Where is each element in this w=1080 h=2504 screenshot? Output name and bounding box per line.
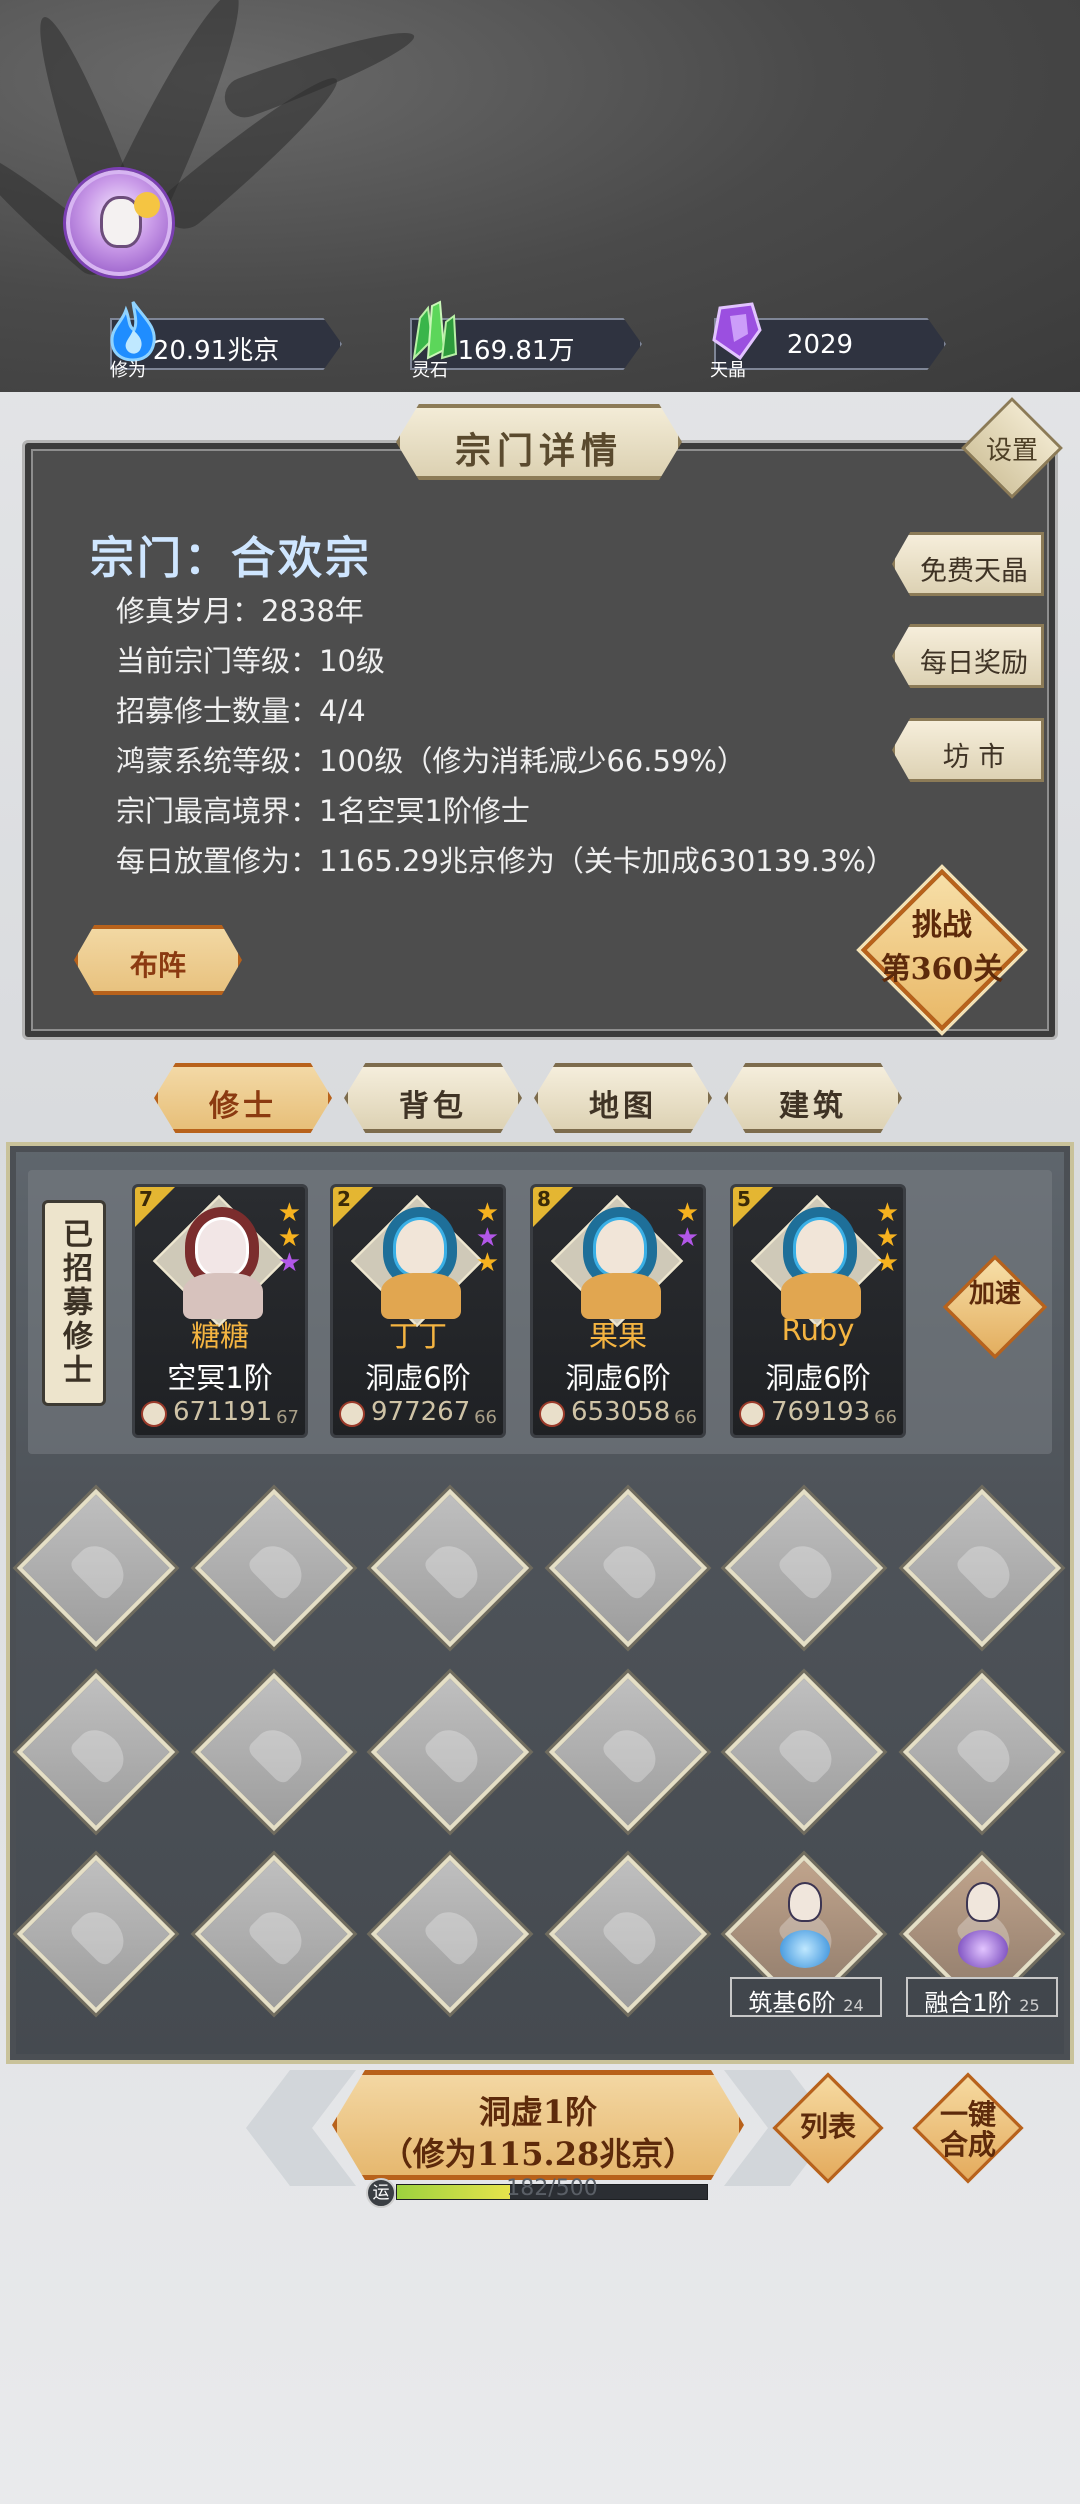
- daily-reward-button[interactable]: 每日奖励: [892, 624, 1044, 688]
- player-avatar[interactable]: [66, 170, 172, 276]
- speed-up-label: 加速: [968, 1279, 1021, 1309]
- hero-realm: 洞虚6阶: [765, 1361, 871, 1395]
- realm-upgrade-cost: （修为115.28兆京）: [380, 2135, 696, 2173]
- tab-map[interactable]: 地图: [534, 1063, 712, 1133]
- hero-card[interactable]: 5 ★ ★ ★ Ruby 洞虚6阶 769193 66: [730, 1184, 906, 1438]
- panel-title: 宗门详情: [396, 404, 682, 480]
- hero-level: 7: [139, 1187, 153, 1211]
- hero-name: 果果: [588, 1319, 647, 1353]
- hero-portrait: [593, 1217, 647, 1277]
- info-hongmeng-level: 鸿蒙系统等级：100级（修为消耗减少66.59%）: [116, 744, 746, 778]
- tab-cultivators[interactable]: 修士: [154, 1063, 332, 1133]
- hero-stars: ★ ★: [675, 1200, 699, 1253]
- slot-tag-ronghe: 融合1阶 25: [906, 1977, 1058, 2017]
- realm-upgrade-label: 洞虚1阶: [478, 2093, 598, 2131]
- hero-level: 5: [737, 1187, 751, 1211]
- power-icon: [539, 1401, 565, 1427]
- hero-name: 丁丁: [388, 1319, 447, 1353]
- info-idle-cultivation: 每日放置修为：1165.29兆京修为（关卡加成630139.3%）: [116, 844, 895, 878]
- recruited-label: 已招募修士: [42, 1200, 106, 1406]
- hero-portrait: [195, 1217, 249, 1277]
- hero-power-sub: 66: [874, 1407, 897, 1428]
- hero-power: 653058: [571, 1397, 671, 1427]
- green-crystal-icon: [412, 300, 458, 361]
- hero-power: 769193: [771, 1397, 871, 1427]
- slot-tag-zhuji-sub: 24: [843, 1996, 864, 2015]
- hero-power: 977267: [371, 1397, 471, 1427]
- info-recruit-count: 招募修士数量：4/4: [116, 694, 366, 728]
- hero-card[interactable]: 7 ★ ★ ★ 糖糖空冥1阶 671191 67: [132, 1184, 308, 1438]
- slot-hero-orb: [958, 1930, 1008, 1968]
- resource-spirit-stone-label: 灵石: [412, 360, 448, 381]
- luck-progress-text: 182/500: [506, 2176, 598, 2201]
- slot-hero-portrait: [966, 1882, 1000, 1922]
- luck-icon: 运: [366, 2178, 396, 2208]
- power-icon: [339, 1401, 365, 1427]
- settings-label: 设置: [985, 436, 1038, 466]
- slot-tag-zhuji: 筑基6阶 24: [730, 1977, 882, 2017]
- slot-hero-orb: [780, 1930, 830, 1968]
- market-label: 坊 市: [942, 742, 1006, 773]
- hero-stars: ★ ★ ★: [277, 1200, 301, 1278]
- list-label: 列表: [799, 2110, 856, 2143]
- blue-flame-icon: [110, 301, 156, 362]
- realm-upgrade-button[interactable]: 洞虚1阶 （修为115.28兆京）: [332, 2070, 744, 2180]
- purple-crystal-icon: [712, 302, 762, 361]
- star-icon: ★: [875, 1248, 899, 1278]
- hero-realm: 空冥1阶: [167, 1361, 273, 1395]
- resource-cultivation-label: 修为: [110, 360, 146, 381]
- info-highest-realm: 宗门最高境界：1名空冥1阶修士: [116, 794, 530, 828]
- challenge-label: 挑战: [912, 908, 972, 943]
- slot-hero-portrait: [788, 1882, 822, 1922]
- free-crystal-button[interactable]: 免费天晶: [892, 532, 1044, 596]
- hero-realm: 洞虚6阶: [365, 1361, 471, 1395]
- tab-buildings[interactable]: 建筑: [724, 1063, 902, 1133]
- hero-card[interactable]: 8 ★ ★ 果果洞虚6阶 653058 66: [530, 1184, 706, 1438]
- hero-portrait: [393, 1217, 447, 1277]
- daily-reward-label: 每日奖励: [920, 648, 1028, 679]
- star-icon: ★: [675, 1223, 699, 1253]
- challenge-stage-label: 第360关: [880, 952, 1004, 987]
- hero-level: 8: [537, 1187, 551, 1211]
- hero-stars: ★ ★ ★: [875, 1200, 899, 1278]
- hero-card[interactable]: 2 ★ ★ ★ 丁丁洞虚6阶 977267 66: [330, 1184, 506, 1438]
- hero-name: 糖糖: [190, 1319, 249, 1353]
- tab-backpack[interactable]: 背包: [344, 1063, 522, 1133]
- hero-name: Ruby: [781, 1313, 855, 1347]
- power-icon: [141, 1401, 167, 1427]
- hero-power-sub: 66: [674, 1407, 697, 1428]
- hero-stars: ★ ★ ★: [475, 1200, 499, 1278]
- formation-button[interactable]: 布阵: [74, 925, 242, 995]
- slot-tag-zhuji-label: 筑基6阶: [748, 1989, 836, 2017]
- free-crystal-label: 免费天晶: [920, 556, 1028, 587]
- tab-cultivators-label: 修士: [209, 1089, 277, 1124]
- power-icon: [739, 1401, 765, 1427]
- hero-power-sub: 66: [474, 1407, 497, 1428]
- slot-tag-ronghe-label: 融合1阶: [924, 1989, 1012, 2017]
- market-button[interactable]: 坊 市: [892, 718, 1044, 782]
- one-click-merge-label: 一键 合成: [939, 2098, 996, 2161]
- panel-title-text: 宗门详情: [454, 430, 623, 472]
- slot-tag-ronghe-sub: 25: [1019, 1996, 1040, 2015]
- tab-buildings-label: 建筑: [779, 1089, 847, 1124]
- hero-portrait: [793, 1217, 847, 1277]
- hero-realm: 洞虚6阶: [565, 1361, 671, 1395]
- resource-sky-crystal-label: 天晶: [710, 360, 746, 381]
- formation-label: 布阵: [129, 949, 186, 982]
- star-icon: ★: [277, 1248, 301, 1278]
- star-icon: ★: [475, 1248, 499, 1278]
- info-cultivation-years: 修真岁月：2838年: [116, 594, 364, 628]
- hero-power-sub: 67: [276, 1407, 299, 1428]
- tab-map-label: 地图: [589, 1089, 657, 1124]
- info-sect-level: 当前宗门等级：10级: [116, 644, 385, 678]
- hero-power: 671191: [173, 1397, 273, 1427]
- hero-level: 2: [337, 1187, 351, 1211]
- sect-name: 宗门：合欢宗: [90, 533, 372, 584]
- tab-backpack-label: 背包: [399, 1089, 467, 1124]
